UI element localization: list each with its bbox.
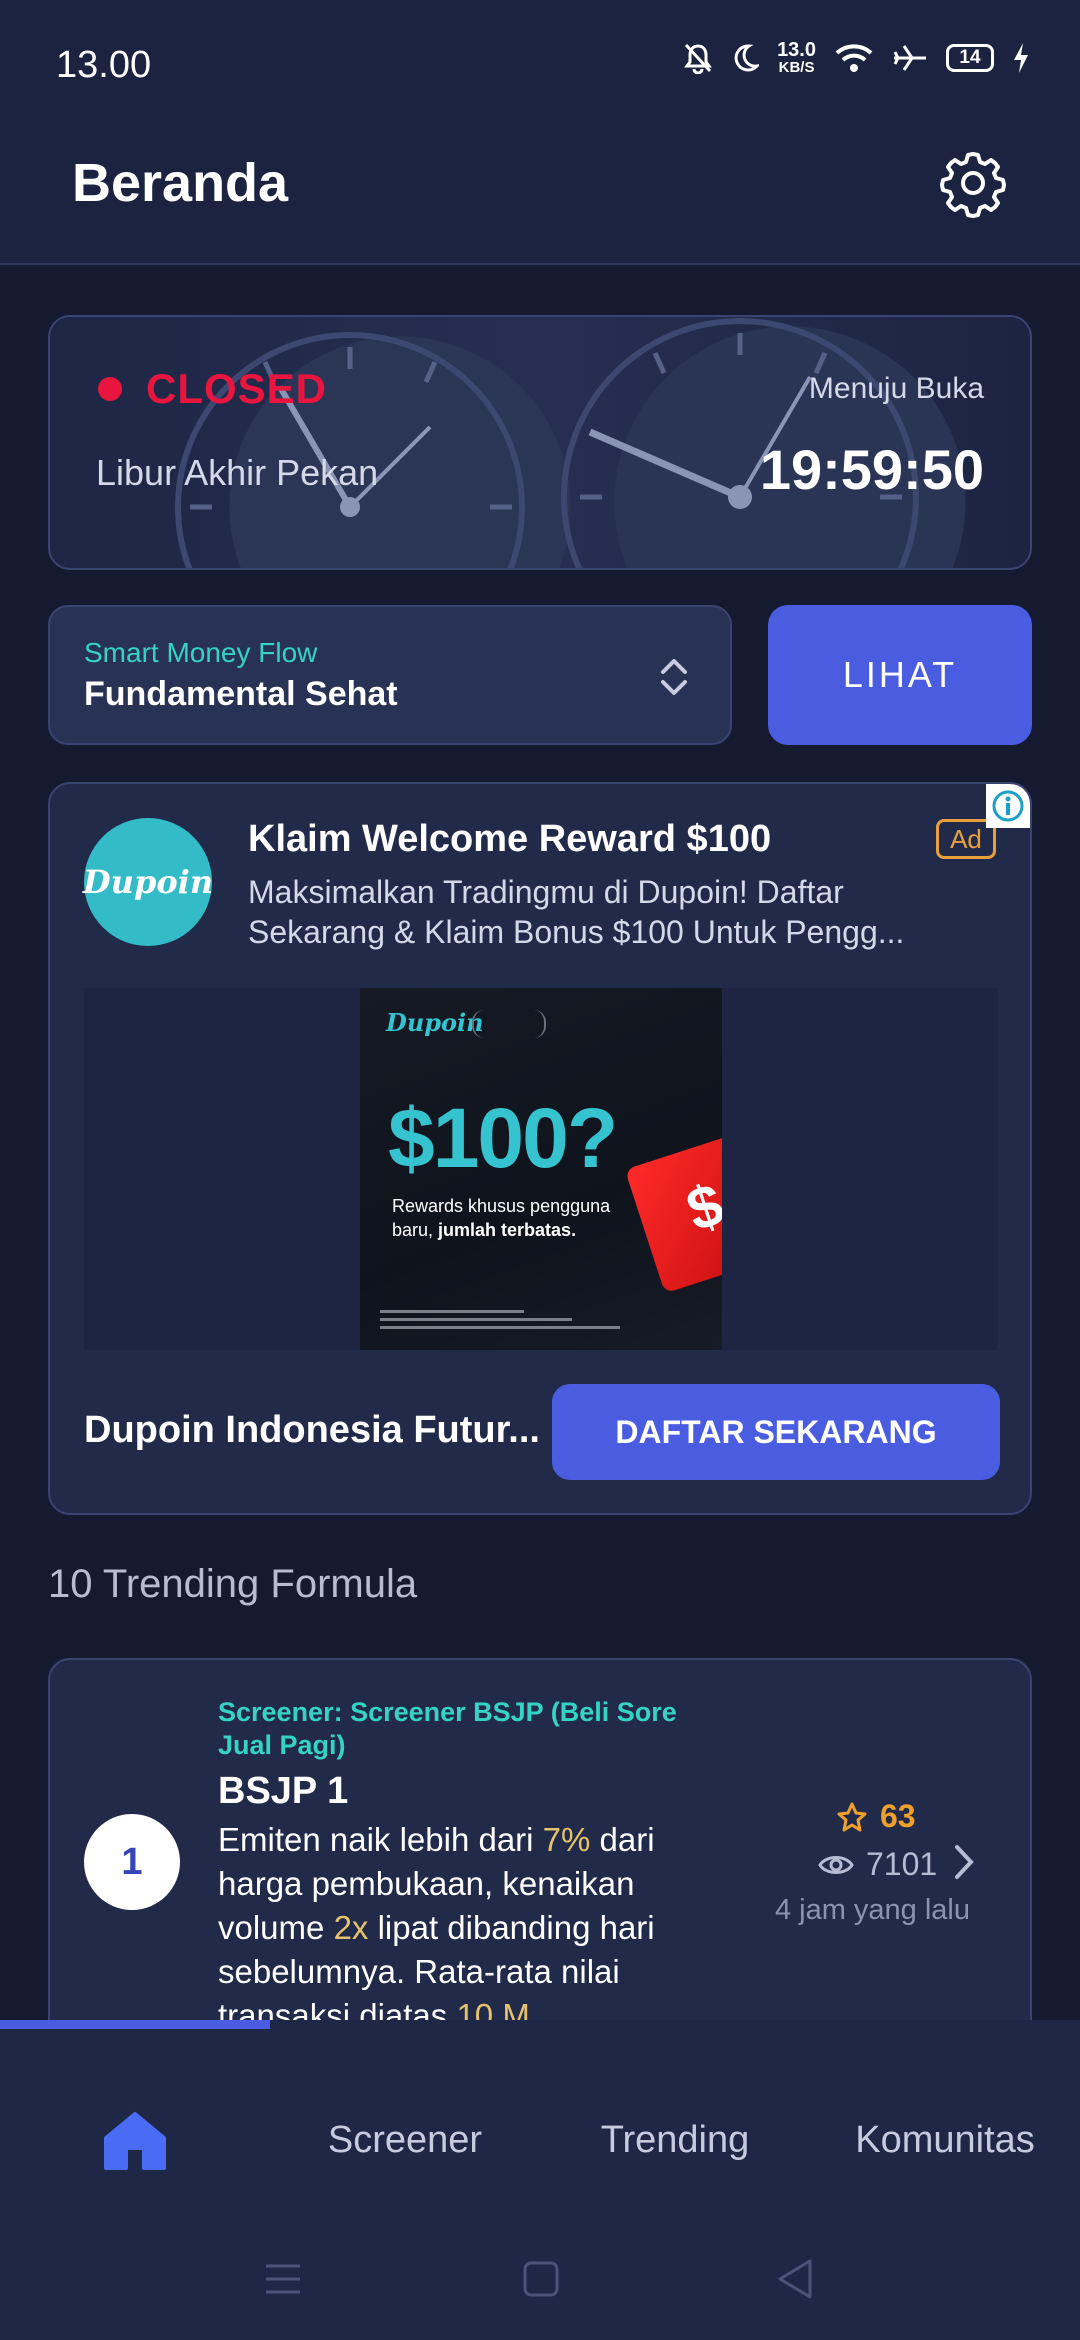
ad-info-icon[interactable] [986, 784, 1030, 828]
ad-card[interactable]: Dupoin Klaim Welcome Reward $100 Maksima… [48, 782, 1032, 1515]
status-dot [98, 377, 122, 401]
back-icon[interactable] [776, 2258, 814, 2300]
market-closed-reason: Libur Akhir Pekan [96, 452, 379, 493]
airplane-icon [893, 45, 926, 71]
system-navigation-bar [0, 2220, 1080, 2340]
daftar-sekarang-button[interactable]: DAFTAR SEKARANG [552, 1384, 1000, 1480]
status-bar: 13.00 13.0 KB/S 14 [0, 0, 1080, 130]
battery-icon: 14 [946, 44, 994, 72]
advertiser-name: Dupoin Indonesia Futur... [84, 1409, 540, 1451]
market-status-card: CLOSED Libur Akhir Pekan Menuju Buka 19:… [48, 315, 1032, 570]
ad-headline: Klaim Welcome Reward $100 [248, 818, 772, 860]
eye-icon [818, 1855, 854, 1874]
page-title: Beranda [72, 153, 289, 213]
home-icon [104, 2112, 166, 2170]
formula-name: BSJP 1 [218, 1770, 349, 1812]
status-icons: 13.0 KB/S 14 [683, 40, 1030, 76]
lihat-button[interactable]: LIHAT [768, 605, 1032, 745]
star-icon [837, 1802, 867, 1831]
market-status: CLOSED [146, 365, 328, 412]
charging-icon [1014, 43, 1028, 73]
nav-item-screener[interactable]: Screener [270, 2090, 540, 2190]
menu-icon[interactable] [264, 2262, 302, 2296]
creative-line-2: baru, jumlah terbatas. [392, 1220, 577, 1240]
creative-brand: Dupoin [386, 1008, 484, 1037]
formula-screener: Screener: Screener BSJP (Beli Sore Jual … [218, 1697, 677, 1760]
award-badge-icon [472, 1010, 546, 1038]
countdown-timer: 19:59:50 [759, 438, 984, 501]
nav-item-home[interactable] [0, 2090, 270, 2190]
ad-media[interactable]: Dupoin $100? Rewards khusus pengguna bar… [84, 988, 998, 1350]
app-header: Beranda [0, 130, 1080, 265]
ad-body: Maksimalkan Tradingmu di Dupoin! Daftar … [248, 874, 905, 950]
nav-item-komunitas[interactable]: Komunitas [810, 2090, 1080, 2190]
wifi-icon [835, 44, 873, 72]
ticket-icon: $ [624, 1132, 722, 1294]
mute-bell-icon [684, 43, 713, 74]
nav-active-indicator [0, 2020, 270, 2029]
rank-badge: 1 [84, 1814, 180, 1910]
chevron-right-icon[interactable] [952, 1842, 976, 1882]
gear-icon[interactable] [938, 148, 1008, 218]
ad-creative-image: Dupoin $100? Rewards khusus pengguna bar… [360, 988, 722, 1350]
status-time: 13.00 [56, 44, 152, 86]
formula-views: 7101 [818, 1846, 937, 1883]
updown-chevron-icon [661, 659, 687, 695]
formula-time: 4 jam yang lalu [774, 1894, 970, 1926]
advertiser-logo: Dupoin [83, 818, 213, 946]
countdown-label: Menuju Buka [808, 372, 984, 405]
creative-line-1: Rewards khusus pengguna [392, 1196, 611, 1216]
formula-description: Emiten naik lebih dari 7% dari harga pem… [218, 1821, 655, 2034]
formula-selector[interactable]: Smart Money Flow Fundamental Sehat [48, 605, 732, 745]
creative-fine-print [380, 1310, 620, 1336]
home-square-icon[interactable] [522, 2260, 560, 2298]
nav-item-trending[interactable]: Trending [540, 2090, 810, 2190]
moon-icon [734, 44, 760, 72]
network-speed: 13.0 KB/S [777, 39, 816, 76]
creative-amount: $100? [388, 1091, 618, 1185]
selector-caption: Smart Money Flow [84, 637, 318, 668]
formula-rating: 63 [836, 1798, 916, 1835]
selector-value: Fundamental Sehat [84, 675, 398, 713]
section-title: 10 Trending Formula [48, 1562, 418, 1606]
